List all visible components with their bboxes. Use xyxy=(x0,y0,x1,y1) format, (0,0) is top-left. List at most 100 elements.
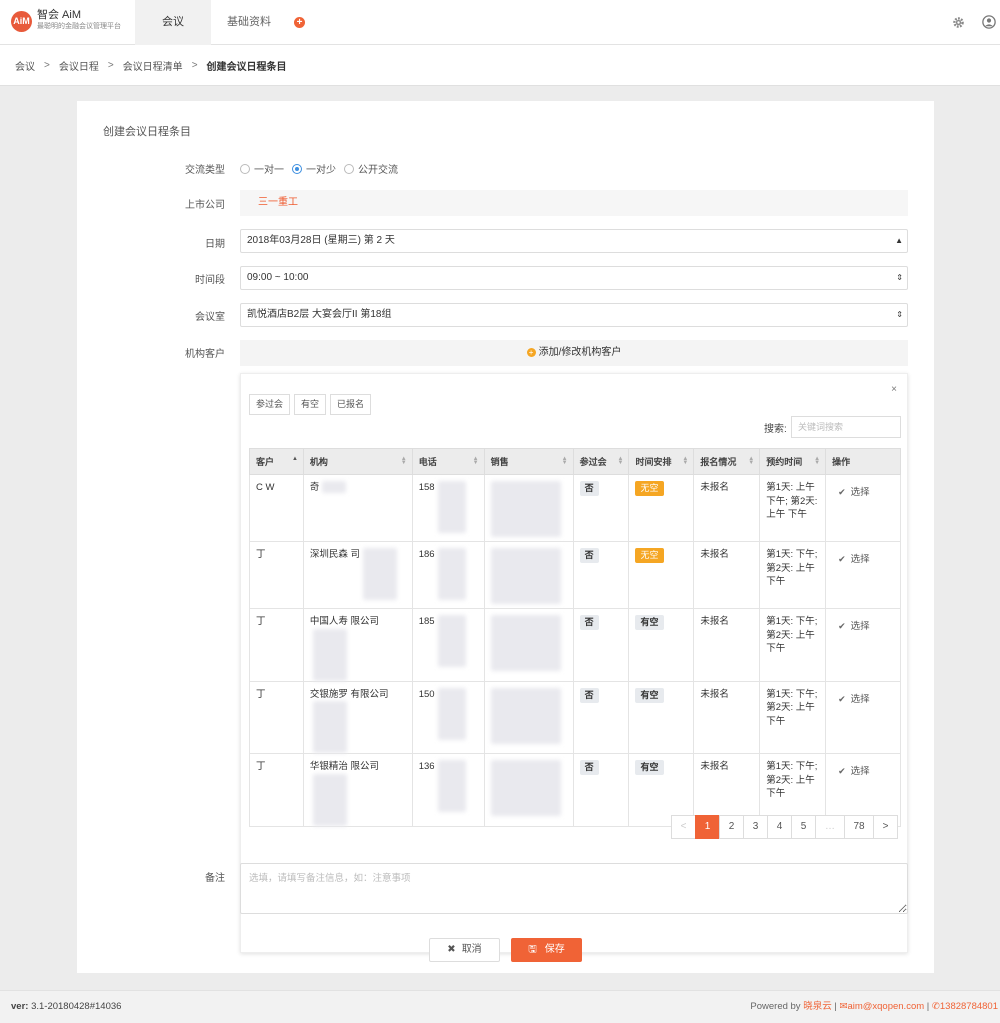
date-select[interactable]: 2018年03月28日 (星期三) 第 2 天 ▲ xyxy=(240,229,908,253)
page-button-3[interactable]: 3 xyxy=(743,815,768,839)
page-button-4[interactable]: 4 xyxy=(767,815,792,839)
radio-circle-icon[interactable] xyxy=(240,163,250,174)
radio-one-on-one[interactable]: 一对一 xyxy=(240,161,284,176)
col-org[interactable]: 机构 ▲ ▼ xyxy=(302,448,413,475)
table-row[interactable]: 丁 中国人寿 限公司 185 否 有空 未报名 第1天: 下午; 第2天: 上午… xyxy=(249,608,901,682)
cell-client: 丁 xyxy=(249,753,304,827)
cell-attended: 否 xyxy=(572,753,630,827)
cell-org: 中国人寿 限公司 xyxy=(302,608,413,682)
notes-textarea[interactable] xyxy=(240,863,908,914)
radio-one-on-few[interactable]: 一对少 xyxy=(292,161,336,176)
check-icon: ✔ xyxy=(838,621,846,631)
cell-signup: 未报名 xyxy=(693,474,761,542)
chevron-right-icon: > xyxy=(191,59,198,71)
status-badge: 有空 xyxy=(635,760,664,775)
cancel-button[interactable]: ✖ 取消 xyxy=(429,938,500,962)
check-icon: ✔ xyxy=(838,693,846,704)
breadcrumb-meeting[interactable]: 会议 xyxy=(15,58,35,73)
brand-link[interactable]: 晓泉云 xyxy=(803,1001,832,1012)
user-icon[interactable] xyxy=(982,15,996,29)
col-booking[interactable]: 预约时间 ▲ ▼ xyxy=(759,448,827,475)
page-title: 创建会议日程条目 xyxy=(103,126,191,138)
company-label: 上市公司 xyxy=(185,200,225,211)
radio-circle-icon[interactable] xyxy=(344,163,354,174)
radio-label: 一对少 xyxy=(306,165,336,176)
radio-label: 公开交流 xyxy=(358,165,398,176)
plus-circle-icon: + xyxy=(526,348,536,357)
col-signup[interactable]: 报名情况 ▲ ▼ xyxy=(693,448,761,475)
phone-text: 13828784801 xyxy=(939,1001,998,1012)
plus-circle-icon[interactable]: + xyxy=(294,17,305,28)
col-schedule[interactable]: 时间安排 ▲ ▼ xyxy=(628,448,695,475)
sort-icon: ▲ ▼ xyxy=(472,456,479,466)
email-link[interactable]: aim@xqopen.com xyxy=(847,1001,924,1012)
cell-client: C W xyxy=(249,474,304,542)
col-sales[interactable]: 销售 ▲ ▼ xyxy=(483,448,574,475)
type-radio-group: 一对一 一对少 公开交流 xyxy=(240,161,406,176)
cell-booking: 第1天: 下午; 第2天: 上午 下午 xyxy=(759,541,827,609)
room-select[interactable]: 凯悦酒店B2层 大宴会厅II 第18组 ⇕ xyxy=(240,303,908,327)
cell-sales xyxy=(483,753,574,827)
cell-booking: 第1天: 下午; 第2天: 上午 下午 xyxy=(759,680,827,754)
cell-phone: 136 xyxy=(411,753,485,827)
select-row-button[interactable]: ✔ 选择 xyxy=(825,474,901,542)
col-phone[interactable]: 电话 ▲ ▼ xyxy=(411,448,485,475)
nav-tab-base-data[interactable]: 基础资料 xyxy=(214,0,284,45)
page-button-5[interactable]: 5 xyxy=(791,815,816,839)
table-row[interactable]: 丁 深圳民森 司 186 否 无空 未报名 第1天: 下午; 第2天: 上午 下… xyxy=(249,541,901,609)
cell-booking: 第1天: 下午; 第2天: 上午 下午 xyxy=(759,608,827,682)
cell-phone: 186 xyxy=(411,541,485,609)
cell-attended: 否 xyxy=(572,608,630,682)
filter-available-button[interactable]: 有空 xyxy=(294,394,327,415)
close-icon[interactable]: × xyxy=(891,384,897,395)
close-icon: ✖ xyxy=(447,944,456,955)
cell-schedule: 有空 xyxy=(628,608,695,682)
cell-phone: 185 xyxy=(411,608,485,682)
version-text: ver: 3.1-20180428#14036 xyxy=(11,1001,122,1012)
check-icon: ✔ xyxy=(838,554,846,564)
chevron-right-icon: > xyxy=(107,59,114,71)
filter-attended-button[interactable]: 参过会 xyxy=(249,394,291,415)
col-attended[interactable]: 参过会 ▲ ▼ xyxy=(572,448,630,475)
sort-icon: ▲ ▼ xyxy=(682,456,689,466)
logo-subtitle: 最聪明的金融会议管理平台 xyxy=(37,23,121,30)
filter-signed-up-button[interactable]: 已报名 xyxy=(330,394,372,415)
powered-by: Powered by 晓泉云 | ✉aim@xqopen.com | ✆1382… xyxy=(750,1001,998,1012)
page-button-1[interactable]: 1 xyxy=(695,815,720,839)
cell-schedule: 无空 xyxy=(628,474,695,542)
select-row-button[interactable]: ✔ 选择 xyxy=(825,680,901,754)
app-logo[interactable]: AiM 智会 AiM 最聪明的金融会议管理平台 xyxy=(11,10,121,32)
add-client-label: 添加/修改机构客户 xyxy=(538,347,622,358)
sort-icon: ▲ ▼ xyxy=(561,456,568,466)
breadcrumb-schedule-list[interactable]: 会议日程清单 xyxy=(123,58,183,73)
gear-icon[interactable] xyxy=(952,16,965,29)
time-value: 09:00 ~ 10:00 xyxy=(247,272,309,283)
date-label: 日期 xyxy=(205,239,225,250)
add-client-button[interactable]: + 添加/修改机构客户 xyxy=(240,340,908,366)
radio-checked-icon[interactable] xyxy=(292,163,302,174)
page-button-2[interactable]: 2 xyxy=(719,815,744,839)
col-client[interactable]: 客户 ▲ xyxy=(249,448,304,475)
filter-buttons: 参过会 有空 已报名 xyxy=(249,394,375,415)
cancel-label: 取消 xyxy=(461,944,482,955)
time-select[interactable]: 09:00 ~ 10:00 ⇕ xyxy=(240,266,908,290)
save-button[interactable]: 🖫 保存 xyxy=(511,938,582,962)
page-next-button[interactable]: > xyxy=(873,815,898,839)
breadcrumb-schedule[interactable]: 会议日程 xyxy=(59,58,99,73)
search-input[interactable] xyxy=(791,416,901,438)
table-row[interactable]: 丁 交银施罗 有限公司 150 否 有空 未报名 第1天: 下午; 第2天: 上… xyxy=(249,680,901,754)
select-row-button[interactable]: ✔ 选择 xyxy=(825,541,901,609)
cell-org: 奇 xyxy=(302,474,413,542)
listed-company-value: 三一重工 xyxy=(240,190,908,216)
select-caret-icon: ▲ xyxy=(895,236,903,245)
room-value: 凯悦酒店B2层 大宴会厅II 第18组 xyxy=(247,309,392,320)
select-row-button[interactable]: ✔ 选择 xyxy=(825,608,901,682)
page-prev-button[interactable]: < xyxy=(671,815,696,839)
table-row[interactable]: C W 奇 158 否 无空 未报名 第1天: 上午 下午; 第2天: 上午 下… xyxy=(249,474,901,542)
nav-tab-meeting[interactable]: 会议 xyxy=(135,0,211,45)
radio-public[interactable]: 公开交流 xyxy=(344,161,398,176)
cell-booking: 第1天: 上午 下午; 第2天: 上午 下午 xyxy=(759,474,827,542)
cell-schedule: 无空 xyxy=(628,541,695,609)
status-badge: 有空 xyxy=(635,615,664,630)
page-button-last[interactable]: 78 xyxy=(844,815,874,839)
